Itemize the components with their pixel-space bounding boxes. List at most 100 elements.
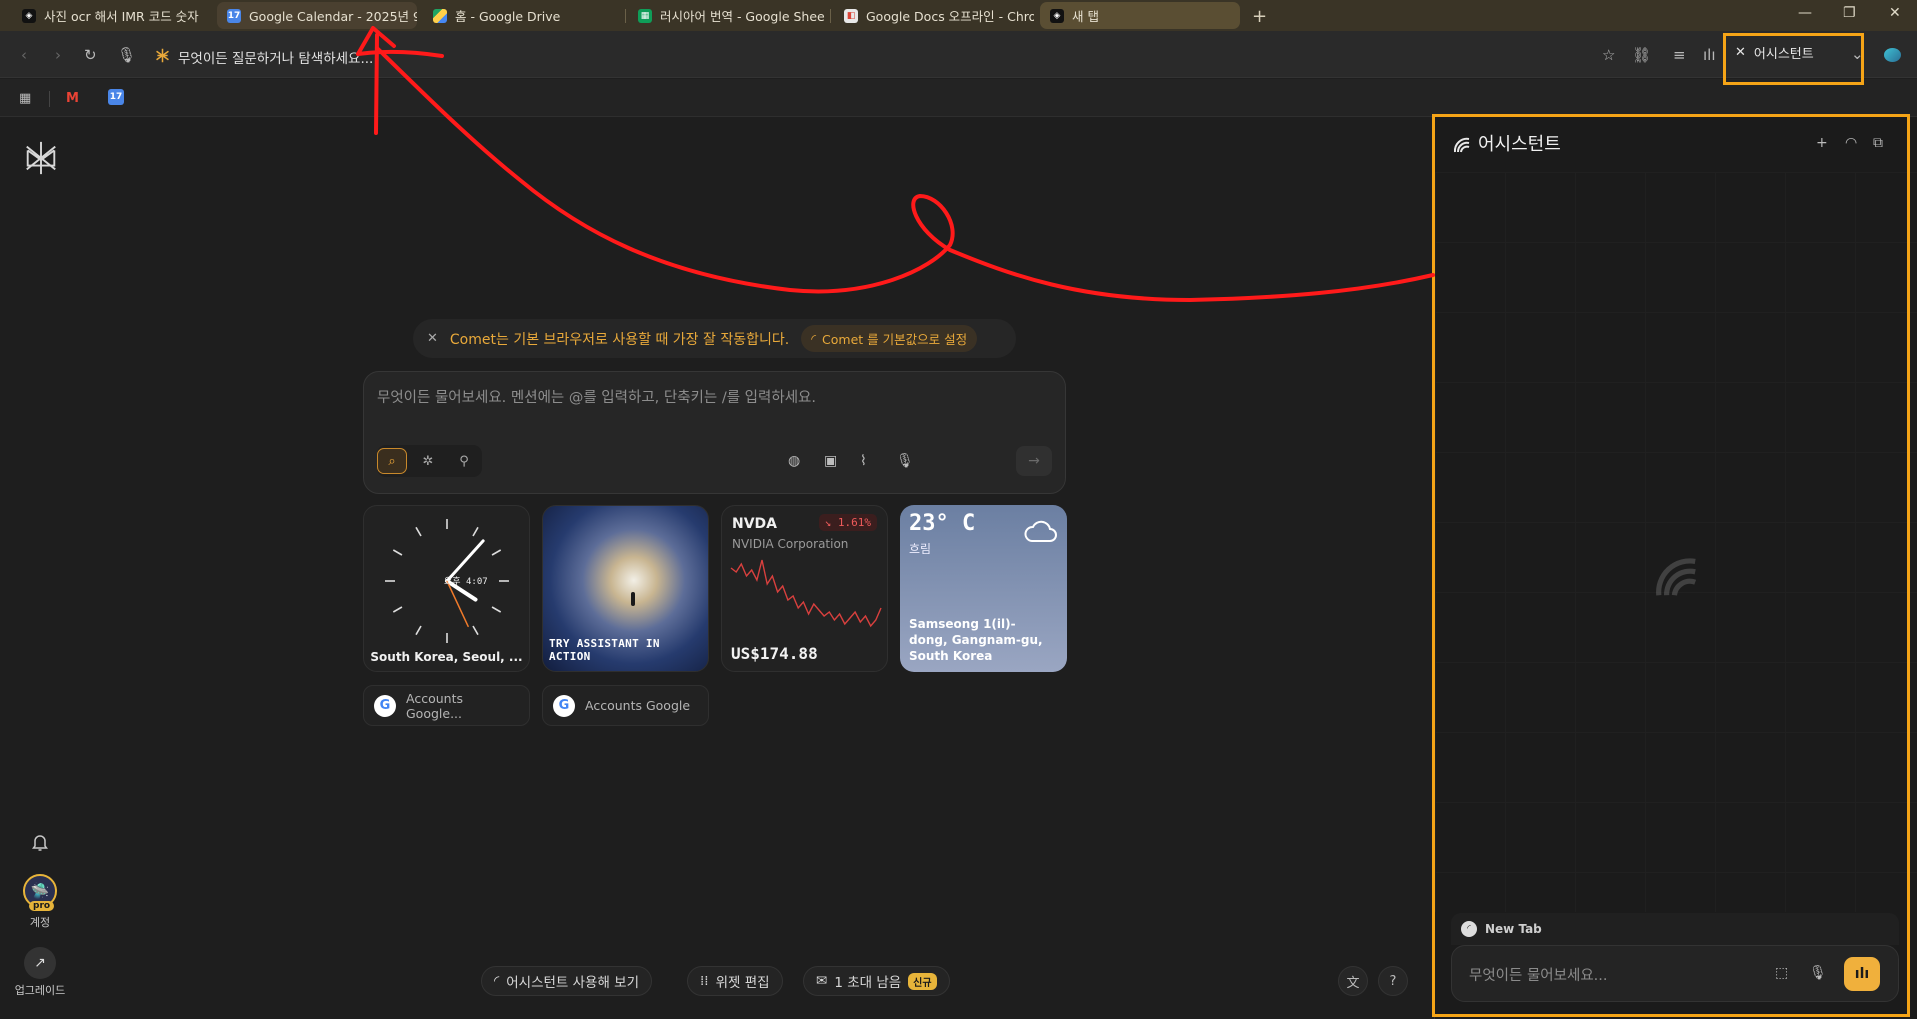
digital-time: 오후 4:07 — [444, 577, 488, 587]
new-tab-button[interactable]: + — [1252, 6, 1267, 27]
share-link-icon[interactable]: ⛓︎ — [1632, 46, 1651, 64]
mail-icon: ✉ — [816, 973, 828, 989]
bookmarks-bar — [0, 79, 1917, 117]
bookmark-star-icon[interactable]: ☆ — [1602, 46, 1615, 64]
search-input[interactable]: 무엇이든 물어보세요. 멘션에는 @를 입력하고, 단축키는 /를 입력하세요. — [377, 386, 816, 407]
default-browser-banner: ✕ Comet는 기본 브라우저로 사용할 때 가장 잘 작동합니다. ◜ Co… — [413, 319, 1016, 358]
google-calendar-icon: 17 — [227, 8, 241, 23]
chrome-web-store-icon: ◧ — [844, 8, 858, 23]
close-icon[interactable]: ✕ — [427, 331, 438, 346]
tab-title: Google Docs 오프라인 - Chro — [866, 9, 1034, 24]
clock-location: South Korea, Seoul, ... — [370, 650, 523, 664]
tab-title: 러시아어 번역 - Google Shee — [660, 9, 825, 24]
figure-silhouette — [631, 592, 635, 606]
profile-icon[interactable] — [1884, 48, 1901, 62]
clock-tick — [392, 549, 403, 556]
omnibox-input[interactable]: 무엇이든 질문하거나 탐색하세요... — [178, 47, 373, 67]
search-mode-group: ⌕ ✲ ⚲ — [377, 445, 482, 477]
assistant-promo-widget[interactable]: TRY ASSISTANT IN ACTION — [542, 505, 709, 672]
clock-tick — [415, 625, 422, 636]
banner-text: Comet는 기본 브라우저로 사용할 때 가장 잘 작동합니다. — [449, 331, 790, 348]
clock-tick — [491, 549, 502, 556]
account-label: 계정 — [29, 916, 51, 929]
search-box[interactable]: 무엇이든 물어보세요. 멘션에는 @를 입력하고, 단축키는 /를 입력하세요.… — [363, 371, 1066, 494]
translate-button[interactable]: 文 — [1338, 966, 1368, 996]
gmail-icon[interactable]: M — [66, 91, 79, 106]
pro-badge: pro — [29, 901, 55, 911]
submit-button[interactable]: → — [1016, 446, 1052, 476]
stock-widget[interactable]: NVDA NVIDIA Corporation ↘ 1.61% US$174.8… — [721, 505, 888, 672]
reader-menu-icon[interactable]: ≡ — [1673, 46, 1686, 64]
search-mode-button[interactable]: ⌕ — [377, 448, 407, 474]
tab-title: Google Calendar - 2025년 9 — [249, 9, 417, 24]
google-drive-icon — [433, 8, 447, 23]
clock-tick — [472, 625, 479, 636]
weather-temp: 23° C — [909, 511, 976, 536]
upgrade-button[interactable]: ↗ — [24, 947, 56, 979]
tab-divider — [625, 9, 626, 23]
shortcut-accounts-google-2[interactable]: G Accounts Google — [542, 685, 709, 726]
tab-google-drive[interactable]: 홈 - Google Drive — [423, 2, 623, 29]
bell-icon[interactable] — [30, 832, 50, 852]
weather-location: Samseong 1(il)-dong, Gangnam-gu, South K… — [909, 617, 1043, 663]
close-window-button[interactable]: ✕ — [1889, 5, 1901, 21]
arrow-up-right-icon: ↗ — [34, 955, 46, 971]
try-assistant-button[interactable]: ◜ 어시스턴트 사용해 보기 — [481, 966, 653, 996]
forward-icon[interactable]: › — [55, 46, 61, 64]
research-mode-button[interactable]: ✲ — [413, 448, 443, 474]
edit-widgets-button[interactable]: ⁞⁞ 위젯 편집 — [687, 966, 783, 996]
bookmark-divider — [49, 91, 50, 107]
google-calendar-icon[interactable]: 17 — [108, 89, 124, 105]
apps-grid-icon[interactable]: ▦ — [19, 91, 31, 106]
clock-tick — [415, 526, 422, 537]
weather-widget[interactable]: 23° C 흐림 Samseong 1(il)-dong, Gangnam-gu… — [900, 505, 1067, 672]
tab-google-sheets[interactable]: ▦ 러시아어 번역 - Google Shee — [628, 2, 828, 29]
stock-ticker: NVDA — [732, 516, 778, 532]
comet-icon: ◈ — [1050, 8, 1064, 23]
reload-icon[interactable]: ↻ — [84, 46, 97, 64]
tab-ocr[interactable]: ◈ 사진 ocr 해서 IMR 코드 숫자 — [12, 2, 217, 29]
globe-icon[interactable]: ◍ — [788, 453, 800, 469]
shortcut-label: Accounts Google... — [406, 690, 463, 721]
voice-waveform-icon[interactable]: ılı — [1703, 46, 1716, 64]
lightbulb-icon: ⚲ — [459, 453, 469, 469]
google-icon: G — [553, 694, 575, 717]
tab-new-tab[interactable]: ◈ 새 탭 — [1040, 2, 1240, 29]
set-default-label: Comet 를 기본값으로 설정 — [822, 332, 968, 347]
annotation-highlight-panel — [1432, 114, 1910, 1017]
stock-trend-line — [730, 559, 882, 628]
upgrade-label: 업그레이드 — [14, 984, 66, 997]
shortcut-label: Accounts Google — [585, 698, 691, 713]
comet-icon: ◜ — [811, 331, 817, 346]
tab-title: 사진 ocr 해서 IMR 코드 숫자 — [44, 9, 199, 24]
tab-title: 홈 - Google Drive — [455, 9, 561, 24]
microphone-icon[interactable]: 🎙︎ — [896, 453, 914, 469]
stock-price: US$174.88 — [731, 644, 818, 663]
help-button[interactable]: ? — [1378, 966, 1408, 996]
tab-google-calendar[interactable]: 17 Google Calendar - 2025년 9 — [217, 2, 417, 29]
google-sheets-icon: ▦ — [638, 8, 652, 23]
shortcut-accounts-google-1[interactable]: G Accounts Google... — [363, 685, 530, 726]
restore-button[interactable]: ❐ — [1843, 5, 1856, 21]
labs-mode-button[interactable]: ⚲ — [449, 448, 479, 474]
microphone-icon[interactable]: 🎙︎ — [117, 46, 136, 64]
set-default-button[interactable]: ◜ Comet 를 기본값으로 설정 — [801, 325, 978, 352]
minimize-button[interactable]: — — [1798, 5, 1812, 21]
research-icon: ✲ — [422, 453, 434, 469]
search-icon: ⌕ — [388, 453, 396, 469]
arrow-right-icon: → — [1028, 453, 1040, 469]
tab-title: 새 탭 — [1072, 9, 1099, 24]
stock-company: NVIDIA Corporation — [732, 537, 849, 551]
invites-button[interactable]: ✉ 1 초대 남음 신규 — [803, 966, 950, 996]
promo-caption: TRY ASSISTANT IN ACTION — [549, 637, 660, 663]
perplexity-logo-icon[interactable] — [22, 138, 60, 178]
new-badge: 신규 — [908, 972, 937, 990]
grid-dots-icon: ⁞⁞ — [700, 973, 709, 989]
analog-clock — [385, 519, 509, 643]
clock-widget[interactable]: 오후 4:07 South Korea, Seoul, ... — [363, 505, 530, 672]
back-icon[interactable]: ‹ — [21, 46, 27, 64]
attach-icon[interactable]: ⌇ — [860, 453, 867, 469]
model-chip-icon[interactable]: ▣ — [824, 453, 837, 469]
tab-docs-offline[interactable]: ◧ Google Docs 오프라인 - Chro — [834, 2, 1034, 29]
clock-tick — [472, 526, 479, 537]
